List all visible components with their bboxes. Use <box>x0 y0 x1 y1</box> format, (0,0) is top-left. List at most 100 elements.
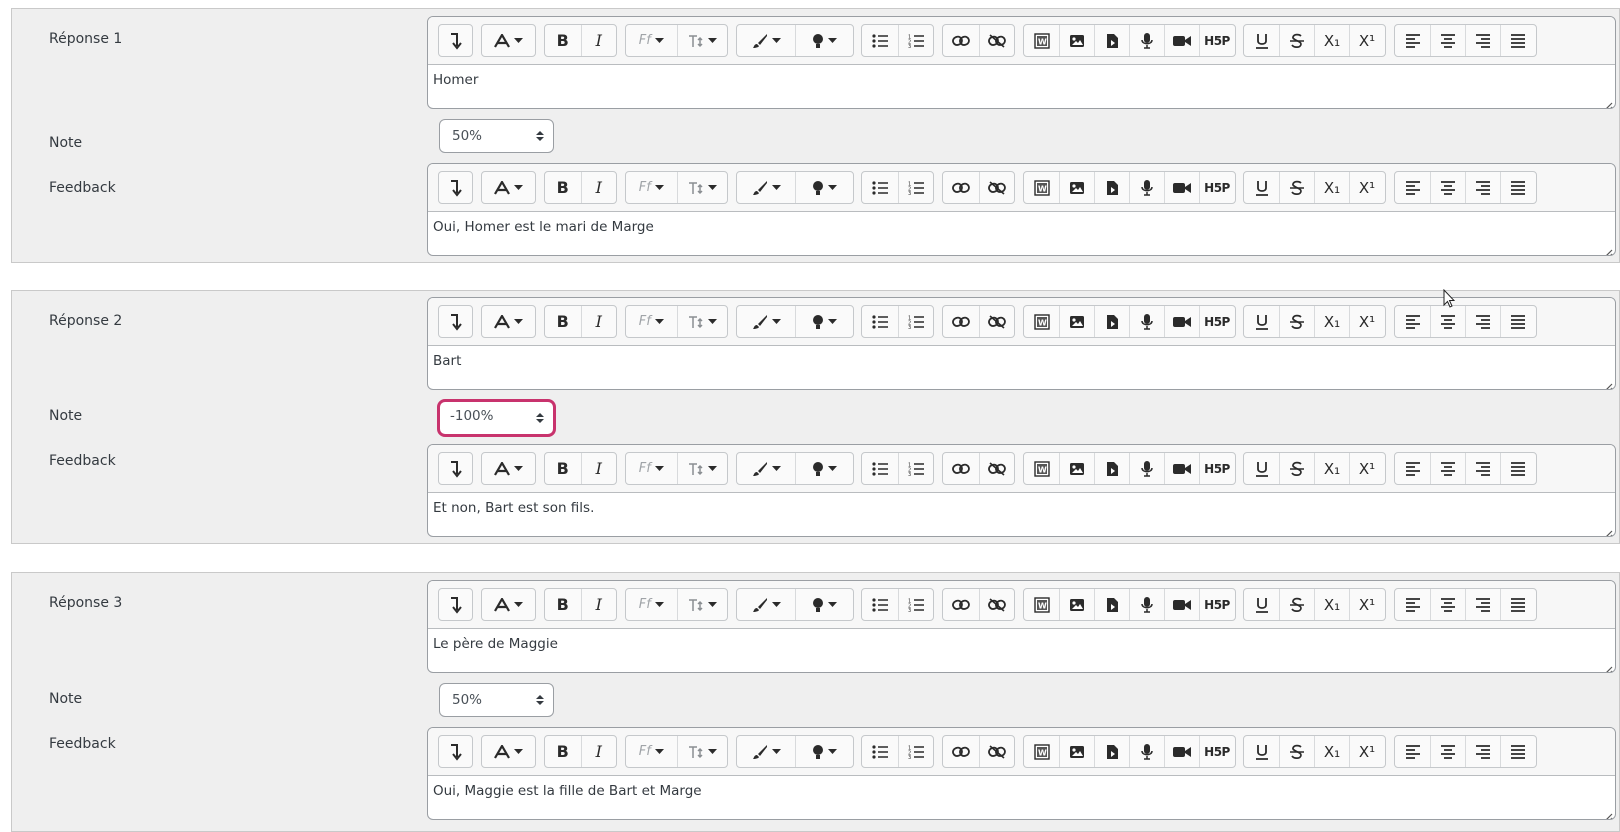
background-color-button[interactable] <box>737 306 795 337</box>
media-file-button[interactable] <box>1094 453 1129 484</box>
align-right-button[interactable] <box>1465 25 1500 56</box>
superscript-button[interactable]: X¹ <box>1349 736 1384 767</box>
justify-button[interactable] <box>1500 25 1535 56</box>
align-left-button[interactable] <box>1395 736 1430 767</box>
font-family-button[interactable]: Ff <box>626 453 677 484</box>
font-size-button[interactable] <box>676 453 728 484</box>
microphone-button[interactable] <box>1129 736 1164 767</box>
strikethrough-button[interactable] <box>1279 736 1314 767</box>
align-left-button[interactable] <box>1395 25 1430 56</box>
justify-button[interactable] <box>1500 736 1535 767</box>
subscript-button[interactable]: X₁ <box>1314 736 1349 767</box>
unlink-button[interactable] <box>978 589 1015 620</box>
justify-button[interactable] <box>1500 306 1535 337</box>
numbered-list-button[interactable]: 123 <box>897 172 934 203</box>
font-color-button[interactable] <box>482 25 535 56</box>
video-button[interactable] <box>1164 172 1199 203</box>
resize-handle-icon[interactable] <box>1603 243 1613 255</box>
font-family-button[interactable]: Ff <box>626 172 677 203</box>
grade-select[interactable]: 50% <box>439 119 554 153</box>
align-center-button[interactable] <box>1430 172 1465 203</box>
feedback-text-area[interactable]: Oui, Homer est le mari de Marge <box>428 212 1615 242</box>
microphone-button[interactable] <box>1129 25 1164 56</box>
align-right-button[interactable] <box>1465 172 1500 203</box>
video-button[interactable] <box>1164 453 1199 484</box>
subscript-button[interactable]: X₁ <box>1314 172 1349 203</box>
align-right-button[interactable] <box>1465 306 1500 337</box>
microphone-button[interactable] <box>1129 172 1164 203</box>
link-button[interactable] <box>943 453 979 484</box>
word-import-button[interactable]: W <box>1024 736 1059 767</box>
font-color-button[interactable] <box>482 453 535 484</box>
video-button[interactable] <box>1164 736 1199 767</box>
bold-button[interactable]: B <box>545 736 581 767</box>
strikethrough-button[interactable] <box>1279 453 1314 484</box>
background-color-button[interactable] <box>737 589 795 620</box>
link-button[interactable] <box>943 25 979 56</box>
background-color-button[interactable] <box>737 172 795 203</box>
superscript-button[interactable]: X¹ <box>1349 306 1384 337</box>
bullet-list-button[interactable] <box>862 25 898 56</box>
align-left-button[interactable] <box>1395 306 1430 337</box>
link-button[interactable] <box>943 736 979 767</box>
image-button[interactable] <box>1059 453 1094 484</box>
video-button[interactable] <box>1164 589 1199 620</box>
highlight-button[interactable] <box>795 172 853 203</box>
word-import-button[interactable]: W <box>1024 453 1059 484</box>
align-left-button[interactable] <box>1395 172 1430 203</box>
italic-button[interactable]: I <box>580 736 617 767</box>
background-color-button[interactable] <box>737 25 795 56</box>
answer-text-area[interactable]: Le père de Maggie <box>428 629 1615 659</box>
h5p-button[interactable]: H5P <box>1199 589 1234 620</box>
align-left-button[interactable] <box>1395 453 1430 484</box>
image-button[interactable] <box>1059 736 1094 767</box>
underline-button[interactable] <box>1244 736 1279 767</box>
grade-select[interactable]: 50% <box>439 683 554 717</box>
subscript-button[interactable]: X₁ <box>1314 453 1349 484</box>
justify-button[interactable] <box>1500 589 1535 620</box>
resize-handle-icon[interactable] <box>1603 807 1613 819</box>
underline-button[interactable] <box>1244 306 1279 337</box>
font-size-button[interactable] <box>676 306 728 337</box>
collapse-toolbar-button[interactable] <box>439 172 472 203</box>
font-color-button[interactable] <box>482 736 535 767</box>
feedback-text-area[interactable]: Et non, Bart est son fils. <box>428 493 1615 523</box>
align-left-button[interactable] <box>1395 589 1430 620</box>
numbered-list-button[interactable]: 123 <box>897 306 934 337</box>
resize-handle-icon[interactable] <box>1603 377 1613 389</box>
h5p-button[interactable]: H5P <box>1199 453 1234 484</box>
numbered-list-button[interactable]: 123 <box>897 453 934 484</box>
h5p-button[interactable]: H5P <box>1199 306 1234 337</box>
italic-button[interactable]: I <box>580 306 617 337</box>
video-button[interactable] <box>1164 25 1199 56</box>
resize-handle-icon[interactable] <box>1603 660 1613 672</box>
font-color-button[interactable] <box>482 589 535 620</box>
unlink-button[interactable] <box>978 736 1015 767</box>
media-file-button[interactable] <box>1094 172 1129 203</box>
superscript-button[interactable]: X¹ <box>1349 25 1384 56</box>
bold-button[interactable]: B <box>545 306 581 337</box>
media-file-button[interactable] <box>1094 736 1129 767</box>
grade-select[interactable]: -100% <box>437 399 556 437</box>
h5p-button[interactable]: H5P <box>1199 25 1234 56</box>
link-button[interactable] <box>943 172 979 203</box>
answer-text-area[interactable]: Bart <box>428 346 1615 376</box>
bullet-list-button[interactable] <box>862 172 898 203</box>
h5p-button[interactable]: H5P <box>1199 172 1234 203</box>
align-right-button[interactable] <box>1465 589 1500 620</box>
feedback-text-area[interactable]: Oui, Maggie est la fille de Bart et Marg… <box>428 776 1615 806</box>
font-color-button[interactable] <box>482 172 535 203</box>
font-size-button[interactable] <box>676 736 728 767</box>
word-import-button[interactable]: W <box>1024 306 1059 337</box>
word-import-button[interactable]: W <box>1024 25 1059 56</box>
underline-button[interactable] <box>1244 589 1279 620</box>
align-center-button[interactable] <box>1430 589 1465 620</box>
collapse-toolbar-button[interactable] <box>439 306 472 337</box>
image-button[interactable] <box>1059 589 1094 620</box>
font-color-button[interactable] <box>482 306 535 337</box>
bullet-list-button[interactable] <box>862 736 898 767</box>
strikethrough-button[interactable] <box>1279 172 1314 203</box>
bold-button[interactable]: B <box>545 589 581 620</box>
strikethrough-button[interactable] <box>1279 25 1314 56</box>
video-button[interactable] <box>1164 306 1199 337</box>
